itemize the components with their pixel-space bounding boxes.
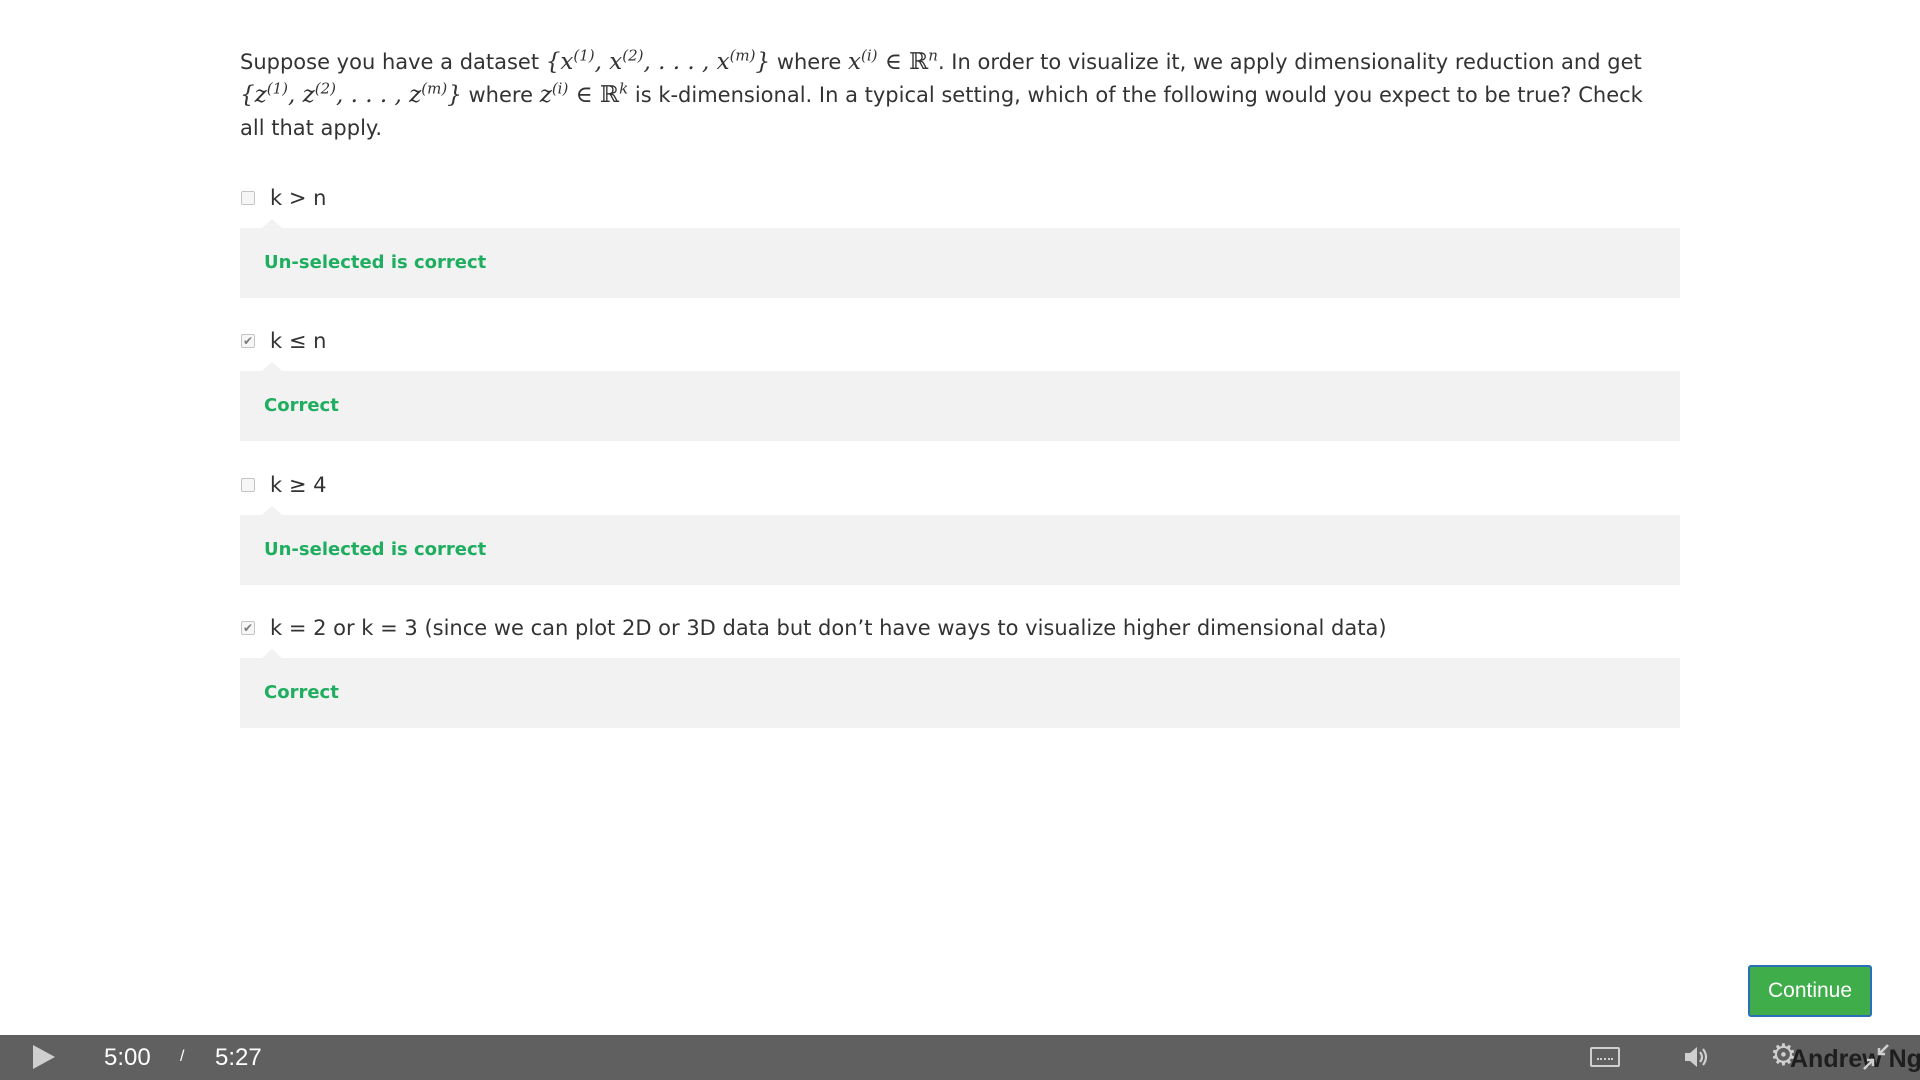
continue-button[interactable]: Continue (1748, 965, 1872, 1017)
option-label: k > n (270, 186, 327, 210)
question-part: . In order to visualize it, we apply dim… (937, 50, 1642, 74)
captions-icon[interactable] (1590, 1047, 1620, 1067)
formula-dataset-x: {x(1), x(2), . . . , x(m)} (545, 46, 771, 75)
option-label: k ≥ 4 (270, 473, 327, 497)
feedback-text: Correct (264, 395, 339, 416)
formula-z-in-rk: z(i) ∈ ℝk (539, 79, 629, 108)
time-separator: / (180, 1048, 185, 1065)
option-row[interactable]: k > n (240, 183, 326, 213)
instructor-watermark: Andrew Ng (1790, 1045, 1920, 1073)
feedback-text: Un-selected is correct (264, 252, 487, 273)
feedback-box: Correct (240, 649, 1680, 728)
total-time: 5:27 (215, 1044, 262, 1071)
formula-x-in-rn: x(i) ∈ ℝn (848, 46, 938, 75)
option-row[interactable]: ✔ k ≤ n (240, 326, 326, 356)
formula-dataset-z: {z(1), z(2), . . . , z(m)} (240, 79, 462, 108)
play-icon[interactable] (33, 1045, 55, 1069)
question-part: Suppose you have a dataset (240, 50, 546, 74)
option-row[interactable]: ✔ k = 2 or k = 3 (since we can plot 2D o… (240, 613, 1387, 643)
checkbox-checked[interactable]: ✔ (241, 334, 255, 348)
feedback-text: Un-selected is correct (264, 539, 487, 560)
checkbox-unchecked[interactable] (241, 191, 255, 205)
checkbox-unchecked[interactable] (241, 478, 255, 492)
question-text: Suppose you have a dataset {x(1), x(2), … (240, 46, 1650, 145)
question-part: where (770, 50, 848, 74)
option-label: k = 2 or k = 3 (since we can plot 2D or … (270, 616, 1387, 640)
feedback-text: Correct (264, 682, 339, 703)
feedback-box: Un-selected is correct (240, 219, 1680, 298)
current-time: 5:00 (104, 1044, 151, 1071)
volume-icon[interactable] (1681, 1042, 1711, 1072)
fullscreen-exit-icon[interactable] (1862, 1043, 1890, 1071)
checkbox-checked[interactable]: ✔ (241, 621, 255, 635)
option-label: k ≤ n (270, 329, 327, 353)
video-player-controls: 5:00 / 5:27 ⚙ Andrew Ng (0, 1035, 1920, 1080)
option-row[interactable]: k ≥ 4 (240, 470, 326, 500)
feedback-box: Un-selected is correct (240, 506, 1680, 585)
checkmark-icon: ✔ (242, 621, 254, 635)
feedback-box: Correct (240, 362, 1680, 441)
question-part: where (461, 83, 540, 107)
checkmark-icon: ✔ (242, 334, 254, 348)
